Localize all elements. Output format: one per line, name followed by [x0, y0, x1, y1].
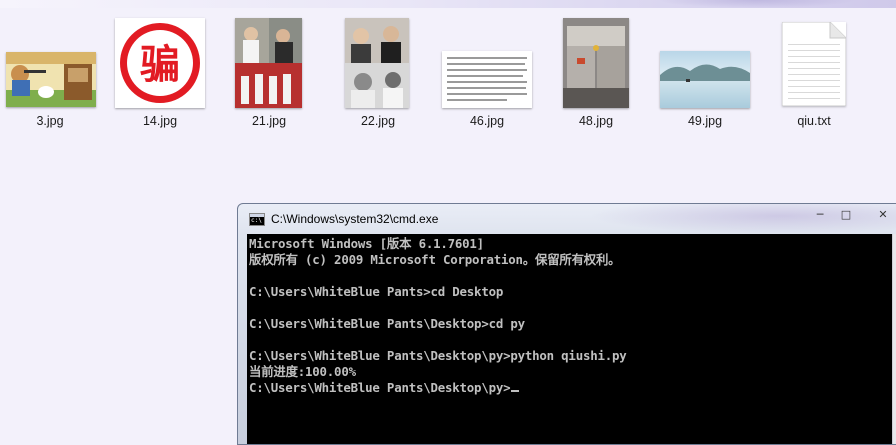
photo-collage-image [235, 18, 302, 108]
photo-collage-image [345, 18, 409, 108]
file-name: 3.jpg [36, 114, 64, 128]
console-line: C:\Users\WhiteBlue Pants>cd Desktop [249, 284, 504, 299]
file-item-49-jpg[interactable]: 49.jpg [655, 0, 755, 140]
console-prompt: C:\Users\WhiteBlue Pants\Desktop\py> [249, 380, 511, 395]
file-thumbnail [442, 51, 532, 108]
console-line: 版权所有 (c) 2009 Microsoft Corporation。保留所有… [249, 252, 621, 267]
file-item-21-jpg[interactable]: 21.jpg [219, 0, 319, 140]
file-name: 48.jpg [578, 114, 614, 128]
maximize-button[interactable]: □ [835, 208, 857, 222]
vertical-scrollbar[interactable]: ▲ [892, 234, 896, 444]
text-file-page-icon [782, 22, 846, 106]
svg-text:骗: 骗 [140, 42, 180, 88]
cartoon-thumbnail-image [6, 52, 96, 107]
console-output[interactable]: Microsoft Windows [版本 6.1.7601] 版权所有 (c)… [247, 234, 893, 444]
file-thumbnail [563, 18, 629, 108]
file-thumbnail [235, 18, 302, 108]
file-thumbnail [6, 52, 96, 107]
file-thumbnail [345, 18, 409, 108]
file-item-48-jpg[interactable]: 48.jpg [546, 0, 646, 140]
console-line: C:\Users\WhiteBlue Pants\Desktop>cd py [249, 316, 525, 331]
cmd-icon[interactable] [249, 213, 265, 226]
console-prompt-line[interactable]: C:\Users\WhiteBlue Pants\Desktop\py> [249, 380, 520, 396]
text-cursor [511, 390, 520, 392]
minimize-button[interactable]: ─ [809, 208, 831, 222]
console-line: 当前进度:100.00% [249, 364, 356, 379]
text-file-icon [782, 22, 846, 106]
text-document-image [442, 51, 532, 108]
file-item-qiu-txt[interactable]: qiu.txt [764, 0, 864, 140]
file-name: qiu.txt [797, 114, 831, 128]
file-item-14-jpg[interactable]: 骗 14.jpg [110, 0, 210, 140]
file-name: 49.jpg [687, 114, 723, 128]
elevator-photo-image [563, 18, 629, 108]
console-line: Microsoft Windows [版本 6.1.7601] [249, 236, 484, 251]
file-item-3-jpg[interactable]: 3.jpg [0, 0, 100, 140]
file-thumbnail: 骗 [115, 18, 205, 108]
cmd-titlebar[interactable]: C:\Windows\system32\cmd.exe ─ □ ✕ [238, 204, 896, 234]
window-title: C:\Windows\system32\cmd.exe [271, 212, 439, 226]
file-name: 21.jpg [251, 114, 287, 128]
file-thumbnail [660, 51, 750, 108]
file-item-46-jpg[interactable]: 46.jpg [437, 0, 537, 140]
lake-landscape-image [660, 51, 750, 108]
file-name: 14.jpg [142, 114, 178, 128]
file-name: 46.jpg [469, 114, 505, 128]
scam-seal-logo: 骗 [115, 18, 205, 108]
file-item-22-jpg[interactable]: 22.jpg [328, 0, 428, 140]
close-button[interactable]: ✕ [872, 208, 894, 222]
console-line: C:\Users\WhiteBlue Pants\Desktop\py>pyth… [249, 348, 627, 363]
file-name: 22.jpg [360, 114, 396, 128]
cmd-window[interactable]: C:\Windows\system32\cmd.exe ─ □ ✕ Micros… [237, 203, 896, 445]
